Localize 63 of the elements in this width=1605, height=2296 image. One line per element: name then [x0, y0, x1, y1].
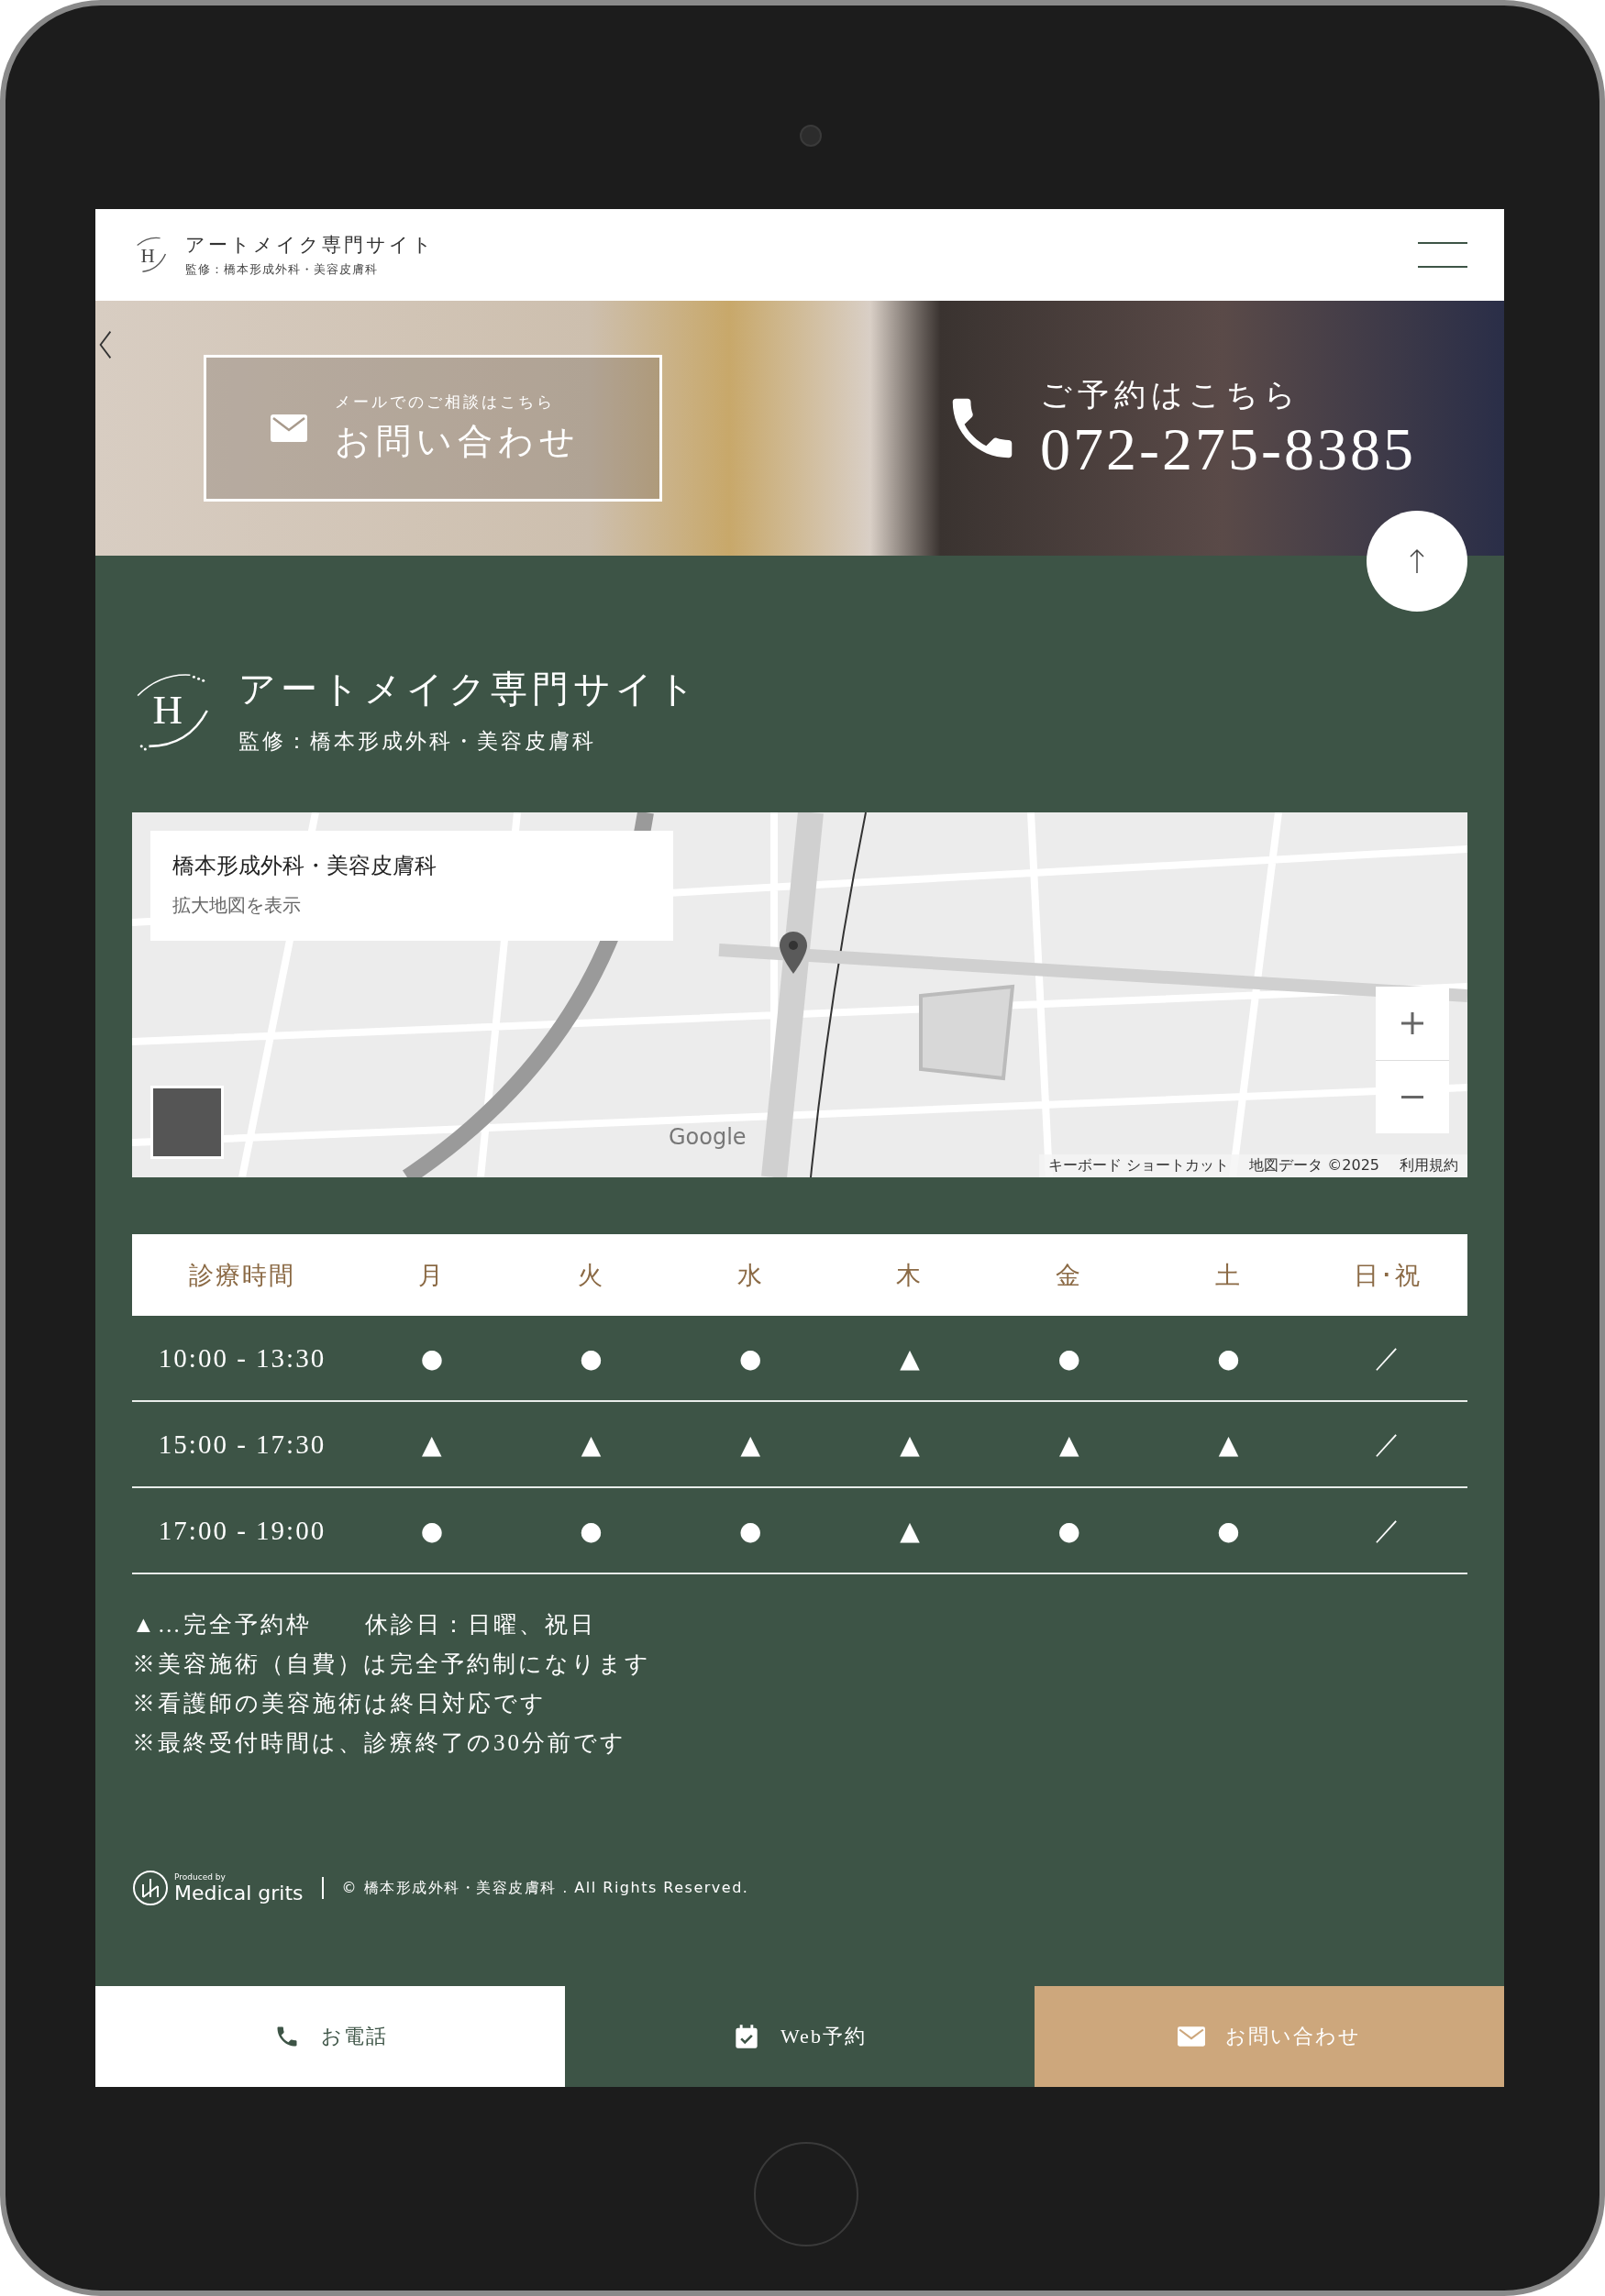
brand-name: Medical grits: [174, 1881, 304, 1904]
availability-mark: ●: [1216, 1515, 1241, 1546]
time-cell-text: 10:00 - 13:30: [157, 1342, 327, 1374]
availability-mark: ●: [738, 1342, 763, 1374]
availability-mark: ●: [419, 1342, 445, 1374]
availability-mark: ▲: [899, 1429, 921, 1460]
map-brand-logo: Google: [669, 1124, 747, 1150]
phone-action-button[interactable]: お電話: [95, 1986, 565, 2087]
plus-icon: [1399, 1010, 1426, 1037]
copyright-text: © 橋本形成外科・美容皮膚科 . All Rights Reserved.: [341, 1878, 749, 1898]
availability-mark: ／: [1374, 1341, 1402, 1374]
column-header: 木: [895, 1260, 924, 1291]
map-attribution-link[interactable]: 利用規約: [1400, 1156, 1458, 1176]
availability-mark: ▲: [899, 1342, 921, 1374]
column-header: 日･祝: [1353, 1260, 1423, 1291]
map-attribution-link[interactable]: 地図データ ©2025: [1249, 1156, 1379, 1176]
availability-mark: ／: [1374, 1514, 1402, 1547]
availability-mark: ▲: [421, 1429, 443, 1460]
availability-mark: ●: [1057, 1342, 1081, 1374]
phone-link[interactable]: ご予約はこちら 072-275-8385: [943, 373, 1416, 483]
column-header: 火: [577, 1260, 606, 1291]
time-cell-text: 15:00 - 17:30: [157, 1429, 327, 1460]
satellite-thumbnail[interactable]: [150, 1086, 224, 1159]
column-header: 水: [736, 1260, 765, 1291]
availability-mark: ●: [579, 1515, 603, 1546]
availability-mark: ●: [419, 1515, 445, 1546]
availability-mark: ▲: [1057, 1429, 1080, 1460]
availability-mark: ／: [1374, 1428, 1402, 1461]
availability-mark: ●: [1216, 1342, 1241, 1374]
site-title: アートメイク専門サイト: [238, 668, 700, 712]
column-header: 月: [417, 1260, 447, 1291]
column-header: 診療時間: [188, 1260, 296, 1291]
envelope-icon: [1178, 2024, 1205, 2049]
note-text: ※最終受付時間は、診療終了の30分前です: [132, 1729, 627, 1757]
availability-mark: ▲: [580, 1429, 603, 1460]
medical-grits-logo-icon: [132, 1870, 169, 1906]
note-text: ※美容施術（自費）は完全予約制になります: [132, 1650, 652, 1678]
site-subtitle: 監修：橋本形成外科・美容皮膚科: [185, 261, 379, 278]
chevron-left-icon[interactable]: [97, 328, 114, 361]
closed-days-note: 休診日：日曜、祝日: [364, 1611, 596, 1639]
site-subtitle: 監修：橋本形成外科・美容皮膚科: [238, 729, 597, 755]
produced-by-label: Produced by: [174, 1871, 227, 1882]
arrow-up-icon: [1408, 547, 1426, 575]
camera-dot: [800, 125, 822, 147]
legend-note: ▲…完全予約枠: [132, 1611, 312, 1639]
map-pin-icon[interactable]: [780, 932, 807, 974]
column-header: 土: [1213, 1260, 1243, 1291]
view-larger-map-link[interactable]: 拡大地図を表示: [172, 893, 651, 918]
availability-mark: ▲: [1217, 1429, 1240, 1460]
place-name: 橋本形成外科・美容皮膚科: [172, 852, 437, 880]
availability-mark: ●: [579, 1342, 603, 1374]
menu-button[interactable]: [1418, 242, 1467, 268]
availability-mark: ●: [738, 1515, 763, 1546]
availability-mark: ▲: [899, 1515, 921, 1546]
note-text: ※看護師の美容施術は終日対応です: [132, 1690, 548, 1717]
minus-icon: [1401, 1096, 1423, 1098]
site-title: アートメイク専門サイト: [185, 233, 435, 258]
map-attribution-link[interactable]: キーボード ショートカット: [1048, 1156, 1230, 1176]
availability-mark: ●: [1057, 1515, 1081, 1546]
time-cell-text: 17:00 - 19:00: [157, 1515, 327, 1546]
column-header: 金: [1055, 1260, 1084, 1291]
envelope-icon: [271, 414, 307, 442]
availability-mark: ▲: [739, 1429, 762, 1460]
